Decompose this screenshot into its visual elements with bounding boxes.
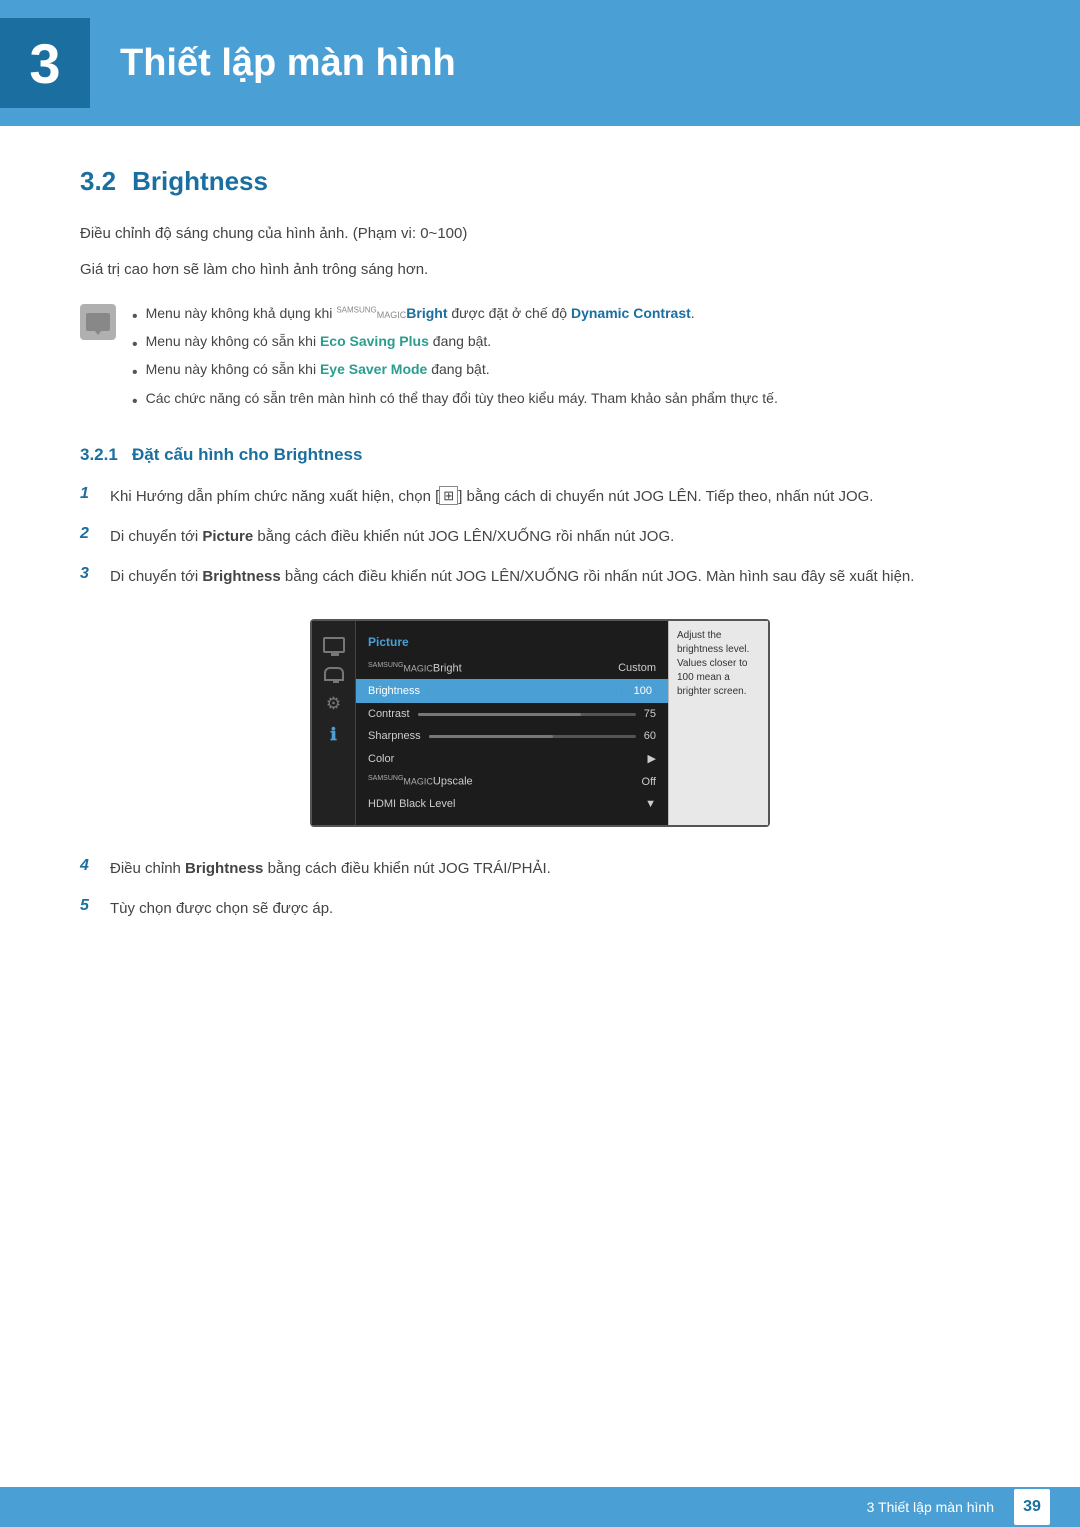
menu-label-magicupscale: SAMSUNGMAGICUpscale — [368, 775, 473, 788]
step-4: 4 Điều chỉnh Brightness bằng cách điều k… — [80, 857, 1000, 881]
bullet-2: • — [132, 331, 138, 358]
menu-label-color: Color — [368, 753, 394, 765]
subsection-number: 3.2.1 — [80, 445, 118, 464]
bullet-3: • — [132, 359, 138, 386]
step-number-2: 2 — [80, 525, 96, 543]
note-box: • Menu này không khả dụng khi SAMSUNGMAG… — [80, 302, 1000, 415]
step-5: 5 Tùy chọn được chọn sẽ được áp. — [80, 897, 1000, 921]
step-3: 3 Di chuyển tới Brightness bằng cách điề… — [80, 565, 1000, 589]
steps-list: 1 Khi Hướng dẫn phím chức năng xuất hiện… — [80, 485, 1000, 589]
menu-label-sharpness: Sharpness — [368, 730, 421, 742]
menu-value-magicbright: Custom — [618, 662, 656, 674]
note-text-1: Menu này không khả dụng khi SAMSUNGMAGIC… — [146, 302, 695, 326]
step-number-5: 5 — [80, 897, 96, 915]
menu-item-color: Color ▶ — [356, 747, 668, 770]
step-1: 1 Khi Hướng dẫn phím chức năng xuất hiện… — [80, 485, 1000, 509]
note-line-3: • Menu này không có sẵn khi Eye Saver Mo… — [132, 358, 1000, 386]
bar-track-contrast — [418, 713, 636, 716]
menu-value-color: ▶ — [648, 752, 656, 765]
step-text-1: Khi Hướng dẫn phím chức năng xuất hiện, … — [110, 485, 873, 509]
chapter-title: Thiết lập màn hình — [120, 42, 456, 85]
subsection-title: Đặt cấu hình cho Brightness — [132, 445, 362, 464]
section-number: 3.2 — [80, 166, 116, 197]
menu-header: Picture — [356, 631, 668, 657]
monitor-sidebar-icon-3: ⚙ — [326, 695, 341, 712]
chapter-number: 3 — [29, 31, 60, 96]
description-1: Điều chỉnh độ sáng chung của hình ảnh. (… — [80, 222, 1000, 246]
note-icon — [80, 304, 116, 340]
step-text-5: Tùy chọn được chọn sẽ được áp. — [110, 897, 333, 921]
note-icon-graphic — [86, 313, 110, 331]
step-text-2: Di chuyển tới Picture bằng cách điều khi… — [110, 525, 674, 549]
monitor-tooltip: Adjust the brightness level. Values clos… — [668, 621, 768, 825]
chapter-header: 3 Thiết lập màn hình — [0, 0, 1080, 126]
subsection-heading: 3.2.1 Đặt cấu hình cho Brightness — [80, 445, 1000, 465]
section-heading: 3.2 Brightness — [80, 166, 1000, 197]
note-line-1: • Menu này không khả dụng khi SAMSUNGMAG… — [132, 302, 1000, 330]
step-number-1: 1 — [80, 485, 96, 503]
step-text-4: Điều chỉnh Brightness bằng cách điều khi… — [110, 857, 551, 881]
footer-page-number: 39 — [1014, 1489, 1050, 1525]
bar-track-sharpness — [429, 735, 636, 738]
note-text-2: Menu này không có sẵn khi Eco Saving Plu… — [146, 330, 492, 354]
menu-item-magicbright: SAMSUNGMAGICBright Custom — [356, 657, 668, 680]
menu-value-brightness: 100 — [630, 684, 656, 698]
monitor-sidebar: ⚙ ℹ — [312, 621, 356, 825]
step-text-3: Di chuyển tới Brightness bằng cách điều … — [110, 565, 914, 589]
monitor-sidebar-icon-2 — [324, 667, 344, 681]
bar-fill-sharpness — [429, 735, 553, 738]
menu-value-hdmi: ▼ — [645, 798, 656, 810]
bar-track-brightness — [428, 690, 622, 693]
section-title: Brightness — [132, 166, 268, 197]
menu-item-brightness: Brightness 100 — [356, 679, 668, 703]
menu-label-magicbright: SAMSUNGMAGICBright — [368, 662, 462, 675]
menu-item-magicupscale: SAMSUNGMAGICUpscale Off — [356, 770, 668, 793]
monitor-frame: ⚙ ℹ Picture SAMSUNGMAGICBright Custom Br… — [310, 619, 770, 827]
note-text-3: Menu này không có sẵn khi Eye Saver Mode… — [146, 358, 490, 382]
monitor-sidebar-icon-4: ℹ — [330, 726, 336, 743]
main-content: 3.2 Brightness Điều chỉnh độ sáng chung … — [0, 166, 1080, 921]
monitor-sidebar-icon-1 — [323, 637, 345, 653]
chapter-number-box: 3 — [0, 18, 90, 108]
menu-bar-brightness — [428, 690, 622, 693]
step-2: 2 Di chuyển tới Picture bằng cách điều k… — [80, 525, 1000, 549]
bullet-1: • — [132, 303, 138, 330]
menu-value-sharpness: 60 — [644, 730, 656, 742]
monitor-menu: Picture SAMSUNGMAGICBright Custom Bright… — [356, 621, 668, 825]
menu-value-contrast: 75 — [644, 708, 656, 720]
menu-bar-contrast — [418, 713, 636, 716]
menu-label-contrast: Contrast — [368, 708, 410, 720]
steps-list-2: 4 Điều chỉnh Brightness bằng cách điều k… — [80, 857, 1000, 921]
monitor-container: ⚙ ℹ Picture SAMSUNGMAGICBright Custom Br… — [80, 619, 1000, 827]
page-footer: 3 Thiết lập màn hình 39 — [0, 1487, 1080, 1527]
note-lines: • Menu này không khả dụng khi SAMSUNGMAG… — [132, 302, 1000, 415]
note-line-4: • Các chức năng có sẵn trên màn hình có … — [132, 387, 1000, 415]
menu-item-contrast: Contrast 75 — [356, 703, 668, 725]
bullet-4: • — [132, 388, 138, 415]
step-number-3: 3 — [80, 565, 96, 583]
tooltip-text: Adjust the brightness level. Values clos… — [677, 630, 749, 697]
menu-item-hdmi: HDMI Black Level ▼ — [356, 793, 668, 815]
step-number-4: 4 — [80, 857, 96, 875]
footer-chapter-label: 3 Thiết lập màn hình — [867, 1499, 994, 1515]
bar-fill-contrast — [418, 713, 582, 716]
menu-label-hdmi: HDMI Black Level — [368, 798, 455, 810]
description-2: Giá trị cao hơn sẽ làm cho hình ảnh trôn… — [80, 258, 1000, 282]
note-line-2: • Menu này không có sẵn khi Eco Saving P… — [132, 330, 1000, 358]
menu-label-brightness: Brightness — [368, 685, 420, 697]
menu-value-magicupscale: Off — [642, 776, 656, 788]
note-text-4: Các chức năng có sẵn trên màn hình có th… — [146, 387, 778, 411]
menu-item-sharpness: Sharpness 60 — [356, 725, 668, 747]
bar-fill-brightness — [428, 690, 622, 693]
menu-bar-sharpness — [429, 735, 636, 738]
